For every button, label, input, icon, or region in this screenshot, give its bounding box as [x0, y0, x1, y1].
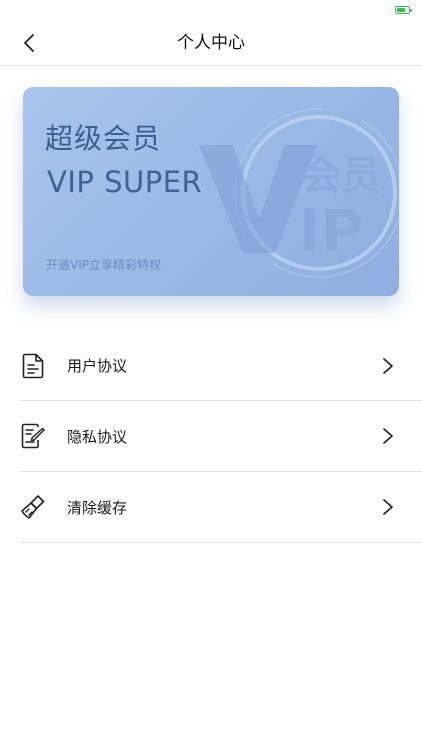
- menu-item-clear-cache[interactable]: 清除缓存: [20, 472, 422, 543]
- chevron-right-icon: [383, 499, 393, 515]
- vip-watermark-icon: 会员 IP: [199, 108, 399, 278]
- menu-item-label: 隐私协议: [67, 427, 128, 446]
- vip-subtitle: VIP SUPER: [47, 165, 203, 199]
- settings-menu: 用户协议 隐私协议 清除缓存: [20, 331, 422, 543]
- document-icon: [20, 353, 46, 379]
- broom-icon: [20, 494, 46, 520]
- menu-item-privacy-agreement[interactable]: 隐私协议: [20, 401, 422, 472]
- vip-description: 开通VIP立享精彩特权: [46, 258, 161, 272]
- menu-item-user-agreement[interactable]: 用户协议: [20, 331, 422, 401]
- nav-bar: 个人中心: [0, 20, 422, 66]
- status-bar: [0, 0, 422, 20]
- chevron-right-icon: [383, 428, 393, 444]
- page-title: 个人中心: [177, 33, 245, 53]
- menu-item-label: 清除缓存: [67, 498, 128, 517]
- battery-icon: [395, 6, 412, 14]
- chevron-right-icon: [383, 357, 393, 374]
- vip-title: 超级会员: [45, 122, 162, 155]
- edit-document-icon: [20, 423, 46, 449]
- menu-item-label: 用户协议: [67, 357, 128, 375]
- vip-card[interactable]: 会员 IP 超级会员 VIP SUPER 开通VIP立享精彩特权: [23, 87, 399, 296]
- watermark-vip-text: IP: [299, 197, 363, 265]
- watermark-member-text: 会员: [301, 153, 381, 199]
